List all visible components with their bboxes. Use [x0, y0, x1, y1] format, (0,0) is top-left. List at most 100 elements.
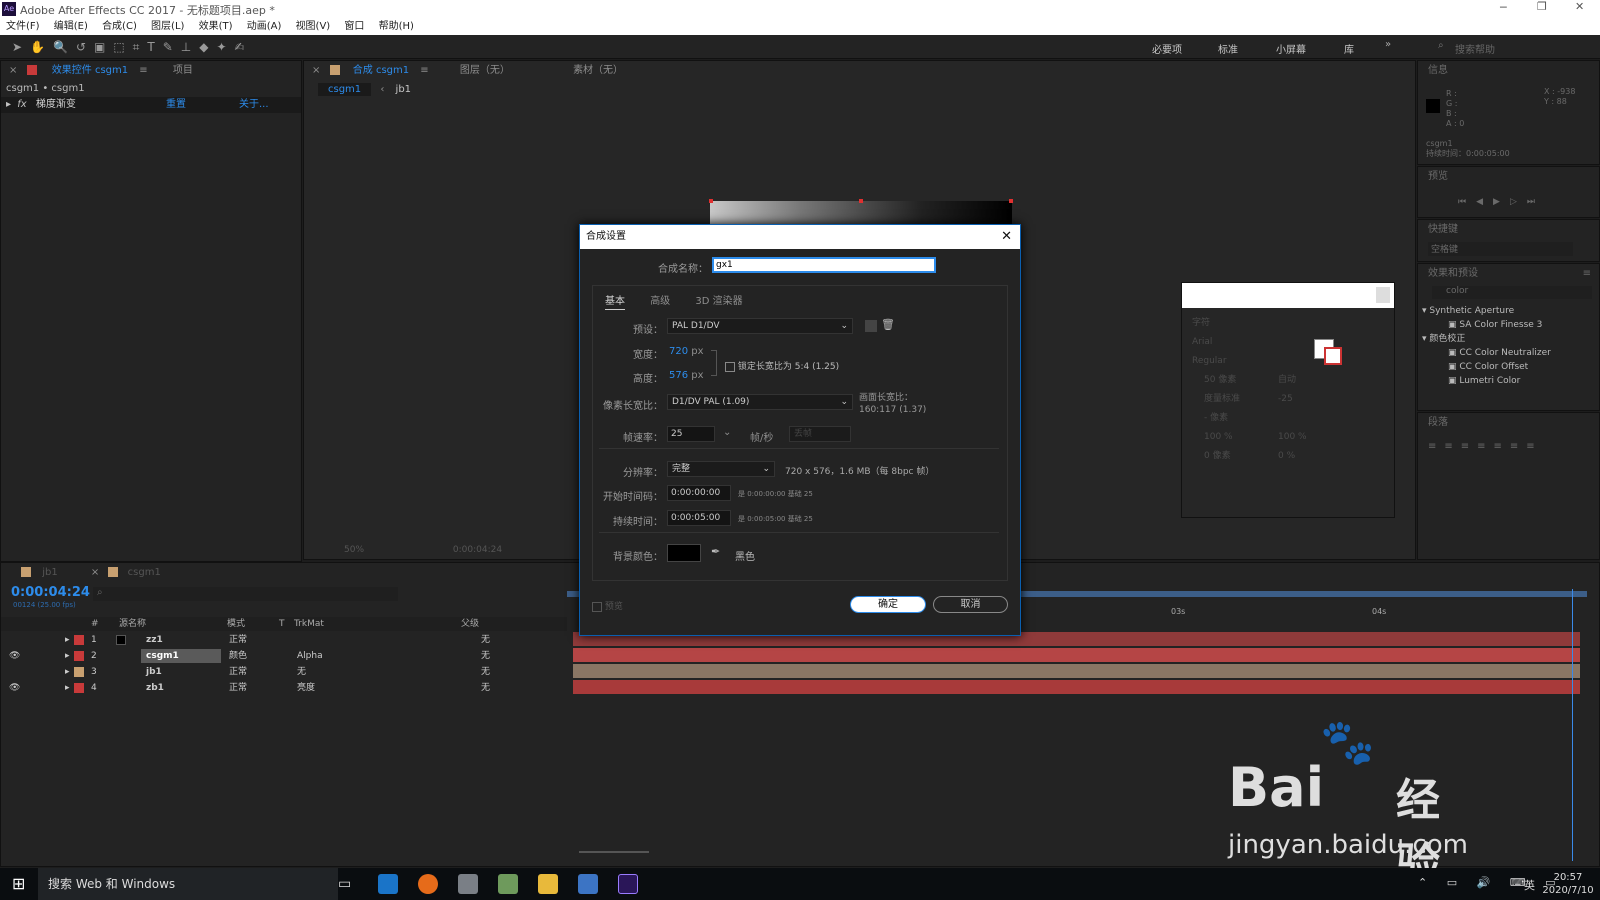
track-bar[interactable]: [573, 664, 1580, 678]
windows-start-icon[interactable]: ⊞: [12, 874, 25, 893]
menu-edit[interactable]: 编辑(E): [54, 18, 88, 35]
stroke-field[interactable]: - 像素: [1192, 409, 1266, 428]
close-tab-icon[interactable]: ×: [9, 65, 17, 76]
timeline-search-input[interactable]: ⌕: [93, 587, 398, 601]
tab-menu-icon[interactable]: ≡: [420, 65, 428, 76]
effect-item[interactable]: ▣ SA Color Finesse 3: [1422, 318, 1551, 332]
ok-button[interactable]: 确定: [850, 596, 926, 613]
playhead[interactable]: [1572, 589, 1573, 861]
clock-time[interactable]: 20:57: [1540, 871, 1596, 884]
workspace-libraries[interactable]: 库: [1344, 41, 1354, 56]
workspace-standard[interactable]: 标准: [1218, 41, 1238, 56]
workspace-small-screen[interactable]: 小屏幕: [1276, 41, 1306, 56]
effect-item[interactable]: ▣ CC Color Offset: [1422, 360, 1551, 374]
minimize-icon[interactable]: ─: [1500, 1, 1507, 14]
fx-icon[interactable]: fx: [17, 99, 26, 110]
handle[interactable]: [859, 199, 863, 203]
tab-effect-controls[interactable]: 效果控件 csgm1: [52, 65, 128, 76]
tab-3d-renderer[interactable]: 3D 渲染器: [695, 296, 742, 307]
col-mode[interactable]: 模式: [227, 617, 245, 631]
tools-icons[interactable]: ➤✋🔍↺▣⬚⌗T✎⊥◆✦✍: [12, 40, 253, 55]
menu-view[interactable]: 视图(V): [296, 18, 331, 35]
comp-breadcrumb-csgm1[interactable]: csgm1: [318, 83, 372, 96]
leading-field[interactable]: 自动: [1266, 375, 1296, 385]
start-timecode-input[interactable]: 0:00:00:00: [667, 485, 731, 501]
delete-preset-icon[interactable]: 🗑: [881, 318, 895, 331]
resolution-dropdown[interactable]: 完整 ⌄: [667, 461, 775, 477]
eyedropper-icon[interactable]: ✒: [711, 545, 720, 558]
tracking-field[interactable]: -25: [1266, 394, 1293, 404]
close-window-icon[interactable]: ✕: [1575, 0, 1584, 13]
baseline-field[interactable]: 0 像素: [1192, 447, 1266, 466]
style-dropdown[interactable]: Regular: [1192, 352, 1292, 371]
col-trkmat[interactable]: TrkMat: [294, 617, 324, 631]
more-workspaces-icon[interactable]: »: [1385, 39, 1391, 50]
duration-input[interactable]: 0:00:05:00: [667, 510, 731, 526]
shortcut-dropdown[interactable]: 空格键: [1428, 242, 1573, 256]
font-size-field[interactable]: 50 像素: [1192, 371, 1266, 390]
preview-checkbox[interactable]: [592, 601, 602, 612]
tab-composition[interactable]: 合成 csgm1: [353, 65, 409, 76]
menu-effect[interactable]: 效果(T): [199, 18, 233, 35]
workspace-essentials[interactable]: 必要项: [1152, 41, 1182, 56]
group-synthetic-aperture[interactable]: ▾ Synthetic Aperture: [1422, 304, 1551, 318]
after-effects-taskbar-icon[interactable]: [618, 874, 638, 894]
playback-controls[interactable]: ⏮◀▶▷⏭: [1458, 197, 1545, 207]
alignment-buttons[interactable]: ≡≡≡≡≡≡≡: [1428, 441, 1543, 452]
clock-date[interactable]: 2020/7/10: [1540, 884, 1596, 897]
scroll-thumb[interactable]: [1376, 287, 1390, 303]
current-time-readout[interactable]: 0:00:04:24: [453, 545, 502, 555]
horizontal-scale-field[interactable]: 100 %: [1266, 432, 1307, 442]
reset-link[interactable]: 重置: [166, 97, 186, 113]
app-icon-3[interactable]: [458, 874, 478, 894]
file-explorer-icon[interactable]: [538, 874, 558, 894]
tab-footage[interactable]: 素材（无）: [573, 65, 623, 76]
kerning-field[interactable]: 度量标准: [1192, 390, 1266, 409]
preset-dropdown[interactable]: PAL D1/DV ⌄: [667, 318, 853, 334]
zoom-dropdown[interactable]: 50%: [344, 545, 364, 555]
about-link[interactable]: 关于...: [239, 97, 269, 113]
timeline-current-time[interactable]: 0:00:04:24: [11, 585, 90, 600]
handle[interactable]: [1009, 199, 1013, 203]
taskbar-search[interactable]: 搜索 Web 和 Windows: [38, 868, 338, 900]
drop-frame-dropdown[interactable]: 丢帧: [789, 426, 851, 442]
menu-composition[interactable]: 合成(C): [102, 18, 137, 35]
lock-aspect-checkbox[interactable]: [725, 361, 735, 372]
menu-animation[interactable]: 动画(A): [247, 18, 282, 35]
comp-name-input[interactable]: gx1: [712, 257, 936, 273]
height-value[interactable]: 576: [669, 370, 688, 381]
menu-window[interactable]: 窗口: [344, 18, 364, 35]
character-panel-header[interactable]: [1182, 283, 1394, 308]
tab-layer[interactable]: 图层（无）: [460, 65, 510, 76]
frame-rate-dropdown-icon[interactable]: ⌄: [723, 427, 731, 438]
zoom-slider[interactable]: [579, 851, 649, 853]
background-color-swatch[interactable]: [667, 544, 701, 562]
app-icon-6[interactable]: [578, 874, 598, 894]
edge-icon[interactable]: [378, 874, 398, 894]
comp-breadcrumb-jb1[interactable]: jb1: [396, 84, 412, 95]
task-view-icon[interactable]: ▭: [338, 876, 351, 892]
firefox-icon[interactable]: [418, 874, 438, 894]
effect-name[interactable]: 梯度渐变: [36, 99, 76, 110]
vertical-scale-field[interactable]: 100 %: [1192, 428, 1266, 447]
frame-rate-input[interactable]: 25: [667, 426, 715, 442]
tab-project[interactable]: 项目: [173, 65, 193, 76]
pixel-aspect-dropdown[interactable]: D1/DV PAL (1.09) ⌄: [667, 394, 853, 410]
track-bar[interactable]: [573, 648, 1580, 662]
tab-csgm1[interactable]: csgm1: [128, 567, 161, 578]
cancel-button[interactable]: 取消: [933, 596, 1008, 613]
tsume-field[interactable]: 0 %: [1266, 451, 1295, 461]
tab-basic[interactable]: 基本: [605, 296, 625, 310]
menu-help[interactable]: 帮助(H): [379, 18, 414, 35]
layer-row[interactable]: ▸ 3 jb1 正常 无 无: [1, 664, 567, 680]
col-parent[interactable]: 父级: [461, 617, 479, 631]
layer-row[interactable]: 👁 ▸ 4 zb1 正常 亮度 无: [1, 680, 567, 696]
effect-item[interactable]: ▣ Lumetri Color: [1422, 374, 1551, 388]
close-icon[interactable]: ✕: [1001, 225, 1012, 249]
effect-item[interactable]: ▣ CC Color Neutralizer: [1422, 346, 1551, 360]
layer-row[interactable]: ▸ 1 zz1 正常 无: [1, 632, 567, 648]
col-source-name[interactable]: 源名称: [119, 617, 146, 631]
track-bar[interactable]: [573, 680, 1580, 694]
handle[interactable]: [709, 199, 713, 203]
width-value[interactable]: 720: [669, 346, 688, 357]
